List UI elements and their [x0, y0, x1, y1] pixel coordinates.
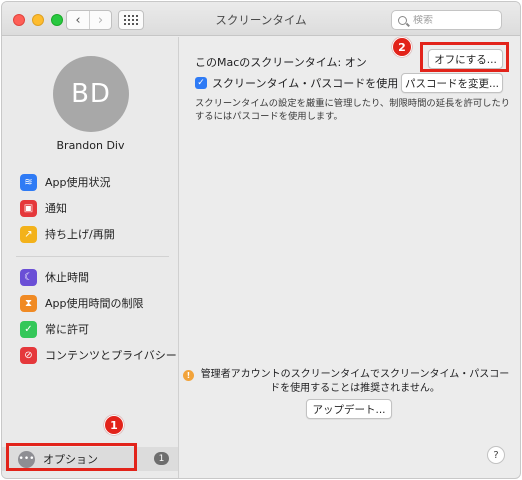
search-icon [398, 15, 407, 25]
sidebar-item-downtime[interactable]: ☾ 休止時間 [20, 267, 89, 287]
sidebar-item-app-usage[interactable]: ≋ App使用状況 [20, 172, 111, 192]
passcode-checkbox-row[interactable]: ✓ スクリーンタイム・パスコードを使用 [195, 75, 398, 91]
change-passcode-button[interactable]: パスコードを変更... [401, 73, 503, 93]
options-badge: 1 [154, 452, 169, 465]
passcode-checkbox-label: スクリーンタイム・パスコードを使用 [212, 77, 399, 90]
sidebar-item-label: App使用時間の制限 [45, 297, 144, 310]
highlight-box-turn-off [420, 42, 509, 72]
passcode-checkbox[interactable]: ✓ [195, 77, 207, 89]
help-button[interactable]: ? [487, 446, 505, 464]
step-marker-2: 2 [392, 37, 412, 57]
search-input[interactable] [413, 14, 493, 26]
notification-icon: ▣ [20, 199, 37, 217]
screen-time-window: ‹ › スクリーンタイム BD Brandon Div ≋ App使用状況 ▣ … [1, 1, 521, 479]
sidebar-item-pickups[interactable]: ↗ 持ち上げ/再開 [20, 224, 115, 244]
hourglass-icon: ⧗ [20, 294, 37, 312]
sidebar: BD Brandon Div ≋ App使用状況 ▣ 通知 ↗ 持ち上げ/再開 … [2, 37, 179, 478]
restricted-icon: ⊘ [20, 346, 37, 364]
checkmark-icon: ✓ [20, 320, 37, 338]
update-button[interactable]: アップデート... [306, 399, 392, 419]
warning-icon: ! [183, 370, 194, 381]
sidebar-item-label: 持ち上げ/再開 [45, 228, 115, 241]
sidebar-item-label: コンテンツとプライバシー [45, 349, 177, 362]
sidebar-item-app-limits[interactable]: ⧗ App使用時間の制限 [20, 293, 144, 313]
sidebar-item-label: App使用状況 [45, 176, 111, 189]
user-name: Brandon Div [56, 139, 125, 152]
passcode-description: スクリーンタイムの設定を厳重に管理したり、制限時間の延長を許可したりするにはパス… [195, 98, 511, 122]
screen-time-status: このMacのスクリーンタイム: オン [195, 56, 367, 69]
sidebar-item-label: 常に許可 [45, 323, 89, 336]
downtime-moon-icon: ☾ [20, 268, 37, 286]
sidebar-item-content-privacy[interactable]: ⊘ コンテンツとプライバシー [20, 345, 177, 365]
warning-text: 管理者アカウントのスクリーンタイムでスクリーンタイム・パスコードを使用することは… [200, 369, 510, 394]
highlight-box-options [6, 443, 137, 471]
sidebar-divider [16, 256, 169, 257]
stack-layers-icon: ≋ [20, 173, 37, 191]
sidebar-item-label: 通知 [45, 202, 67, 215]
pickup-icon: ↗ [20, 225, 37, 243]
avatar: BD [53, 56, 129, 132]
step-marker-1: 1 [104, 415, 124, 435]
search-field[interactable] [391, 10, 502, 30]
sidebar-item-always-allowed[interactable]: ✓ 常に許可 [20, 319, 89, 339]
titlebar: ‹ › スクリーンタイム [2, 2, 520, 36]
sidebar-item-label: 休止時間 [45, 271, 89, 284]
sidebar-item-notifications[interactable]: ▣ 通知 [20, 198, 67, 218]
